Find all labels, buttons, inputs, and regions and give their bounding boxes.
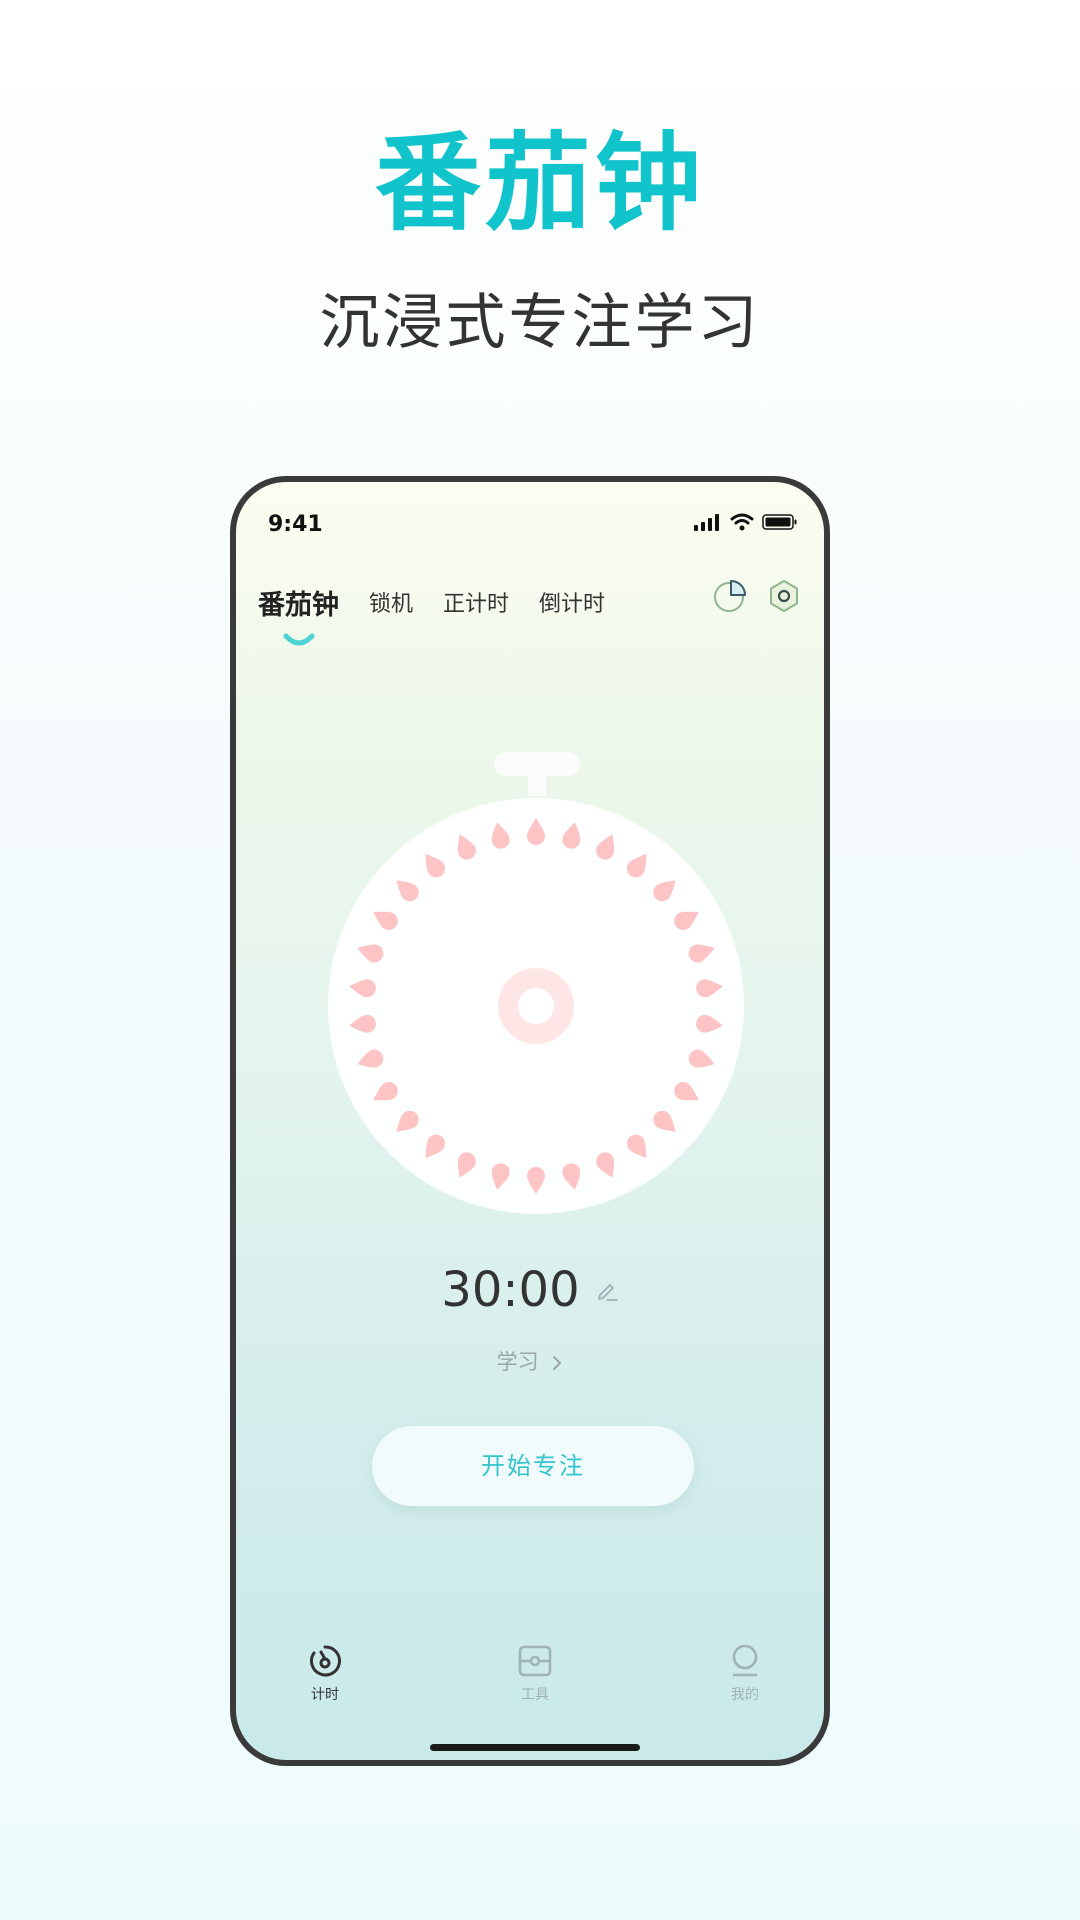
nav-item-timer[interactable]: 计时	[280, 1642, 370, 1704]
settings-icon[interactable]	[766, 578, 802, 614]
nav-tools-label: 工具	[521, 1687, 549, 1703]
bottom-nav: 计时 工具 我的	[236, 1642, 824, 1712]
tab-countdown-label: 倒计时	[539, 592, 606, 617]
nav-item-profile[interactable]: 我的	[700, 1642, 790, 1704]
tab-lock[interactable]: 锁机	[369, 586, 413, 618]
battery-icon	[762, 514, 797, 530]
cellular-signal-icon	[694, 514, 719, 531]
tab-pomodoro[interactable]: 番茄钟	[258, 583, 339, 645]
edit-pencil-icon[interactable]	[595, 1278, 619, 1302]
statistics-pie-icon[interactable]	[712, 578, 748, 614]
wifi-icon	[730, 513, 754, 531]
dial-graphic	[328, 752, 744, 1214]
status-time: 9:41	[268, 512, 323, 537]
dial-face	[328, 798, 744, 1214]
nav-profile-label: 我的	[731, 1687, 759, 1703]
tab-count-up[interactable]: 正计时	[443, 586, 509, 618]
category-label: 学习	[496, 1350, 539, 1374]
pomodoro-dial[interactable]	[316, 752, 756, 1222]
tab-pomodoro-label: 番茄钟	[258, 589, 339, 621]
home-indicator	[430, 1744, 640, 1751]
profile-icon	[732, 1644, 758, 1677]
timer-display: 30:00	[236, 1262, 824, 1322]
mode-tabs: 番茄钟 锁机 正计时 倒计时	[258, 582, 635, 645]
category-selector[interactable]: 学习	[236, 1346, 824, 1376]
status-icons	[694, 512, 798, 532]
nav-timer-label: 计时	[311, 1687, 339, 1703]
stopwatch-stem	[528, 772, 546, 796]
timer-value: 30:00	[441, 1262, 580, 1318]
header-actions	[712, 578, 802, 614]
tab-lock-label: 锁机	[369, 592, 414, 617]
start-focus-button[interactable]: 开始专注	[372, 1426, 694, 1506]
hero-title: 番茄钟	[375, 122, 705, 245]
chevron-right-icon	[553, 1356, 562, 1370]
nav-item-tools[interactable]: 工具	[490, 1642, 580, 1704]
toolbox-icon	[518, 1645, 552, 1677]
status-bar: 9:41	[236, 482, 824, 552]
tab-count-up-label: 正计时	[443, 592, 510, 617]
tab-active-indicator	[283, 633, 314, 645]
hero-subtitle: 沉浸式专注学习	[319, 288, 761, 358]
timer-icon	[310, 1645, 341, 1677]
tab-countdown[interactable]: 倒计时	[539, 586, 605, 618]
phone-frame: 9:41 番茄钟 锁机 正计时 倒计时 30:00 学习 开始专注 计时 工具 …	[230, 476, 830, 1766]
